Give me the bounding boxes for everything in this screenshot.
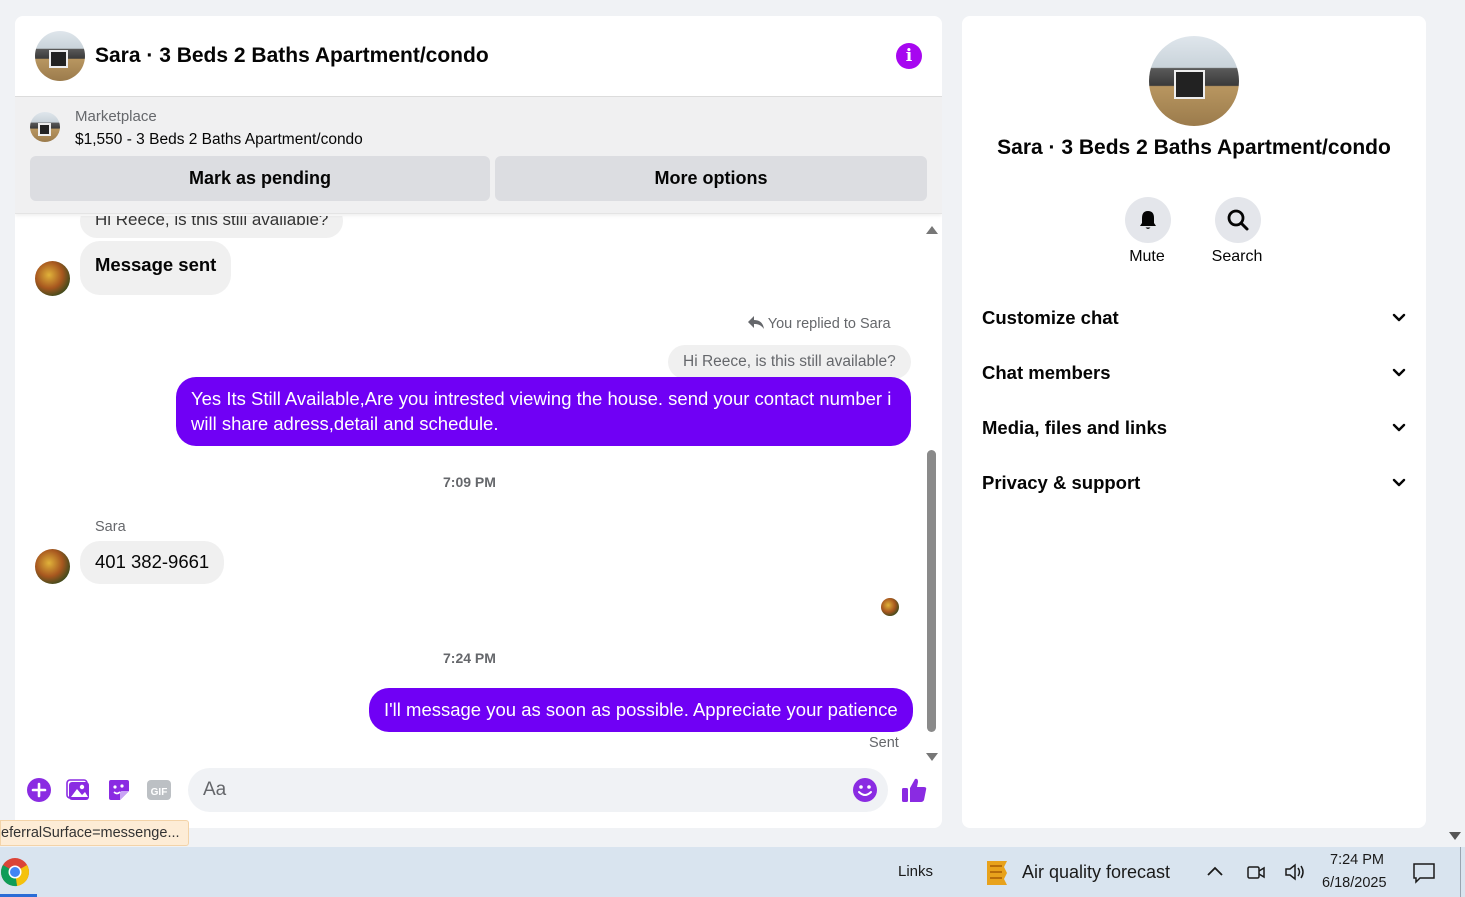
- volume-icon[interactable]: [1284, 862, 1306, 887]
- message-bubble: 401 382-9661: [80, 541, 225, 584]
- sender-avatar[interactable]: [35, 549, 70, 584]
- section-label: Privacy & support: [982, 472, 1141, 493]
- meet-now-icon[interactable]: [1246, 862, 1266, 887]
- chat-header: Sara · 3 Beds 2 Baths Apartment/condo i: [15, 16, 942, 97]
- weather-icon[interactable]: [984, 857, 1010, 894]
- quoted-message[interactable]: Hi Reece, is this still available?: [668, 345, 911, 379]
- chevron-down-icon: [1392, 423, 1406, 432]
- outgoing-message: Yes Its Still Available,Are you intreste…: [176, 377, 911, 446]
- marketplace-banner: Marketplace $1,550 - 3 Beds 2 Baths Apar…: [15, 97, 942, 214]
- composer: GIF: [15, 767, 942, 813]
- profile-avatar[interactable]: [1149, 36, 1239, 126]
- scroll-thumb[interactable]: [927, 450, 936, 732]
- links-toolbar[interactable]: Links: [898, 863, 933, 880]
- svg-text:GIF: GIF: [151, 787, 168, 798]
- chat-info-panel: Sara · 3 Beds 2 Baths Apartment/condo Mu…: [962, 16, 1426, 828]
- weather-label[interactable]: Air quality forecast: [1022, 862, 1170, 883]
- section-label: Media, files and links: [982, 417, 1168, 438]
- message-list: Hi Reece, is this still available? Messa…: [15, 216, 942, 756]
- chevron-down-icon: [1392, 313, 1406, 322]
- media-files-links-section[interactable]: Media, files and links: [982, 408, 1406, 448]
- read-receipt-avatar: [881, 598, 899, 616]
- show-desktop-divider[interactable]: [1460, 847, 1461, 897]
- reply-label: You replied to Sara: [767, 316, 891, 332]
- add-icon[interactable]: [25, 776, 53, 804]
- chat-avatar[interactable]: [35, 31, 85, 81]
- section-label: Customize chat: [982, 307, 1119, 328]
- gif-icon[interactable]: GIF: [145, 776, 173, 804]
- clock-time[interactable]: 7:24 PM: [1330, 852, 1384, 868]
- mute-button[interactable]: [1125, 197, 1171, 243]
- info-icon[interactable]: i: [896, 43, 922, 69]
- chat-panel: Sara · 3 Beds 2 Baths Apartment/condo i …: [15, 16, 942, 828]
- chat-members-section[interactable]: Chat members: [982, 353, 1406, 393]
- timestamp: 7:09 PM: [443, 474, 496, 490]
- scroll-down-arrow-icon[interactable]: [926, 753, 938, 761]
- chevron-down-icon: [1392, 368, 1406, 377]
- message-bubble-cutoff: Hi Reece, is this still available?: [80, 216, 344, 238]
- message-bubble: Message sent: [80, 241, 232, 295]
- page-scroll-down-icon[interactable]: [1449, 832, 1461, 840]
- customize-chat-section[interactable]: Customize chat: [982, 298, 1406, 338]
- privacy-support-section[interactable]: Privacy & support: [982, 463, 1406, 503]
- message-input-container[interactable]: [188, 768, 888, 812]
- like-icon[interactable]: [900, 776, 928, 804]
- marketplace-label: Marketplace: [75, 108, 157, 125]
- clock-date[interactable]: 6/18/2025: [1322, 875, 1387, 891]
- sent-status: Sent: [869, 735, 899, 751]
- message-scrollbar[interactable]: [926, 226, 938, 761]
- chrome-icon[interactable]: [0, 857, 30, 887]
- outgoing-message: I'll message you as soon as possible. Ap…: [369, 688, 913, 732]
- mute-label: Mute: [1129, 248, 1165, 265]
- listing-title[interactable]: $1,550 - 3 Beds 2 Baths Apartment/condo: [75, 127, 363, 152]
- status-bar-url: eferralSurface=messenge...: [0, 820, 189, 846]
- chevron-down-icon: [1392, 478, 1406, 487]
- search-button[interactable]: [1215, 197, 1261, 243]
- notifications-icon[interactable]: [1412, 862, 1436, 889]
- sender-name: Sara: [95, 519, 126, 535]
- mark-as-pending-button[interactable]: Mark as pending: [30, 156, 490, 201]
- taskbar: Links Air quality forecast 7:24 PM 6/18/…: [0, 847, 1465, 897]
- sender-avatar[interactable]: [35, 261, 70, 296]
- section-label: Chat members: [982, 362, 1111, 383]
- scroll-up-arrow-icon[interactable]: [926, 226, 938, 234]
- chevron-up-icon[interactable]: [1206, 864, 1224, 882]
- bell-icon: [1140, 211, 1156, 229]
- listing-thumbnail[interactable]: [30, 112, 60, 142]
- photo-icon[interactable]: [65, 776, 93, 804]
- info-title[interactable]: Sara · 3 Beds 2 Baths Apartment/condo: [962, 136, 1426, 160]
- message-input[interactable]: [203, 779, 852, 801]
- search-icon: [1227, 209, 1249, 231]
- more-options-button[interactable]: More options: [495, 156, 927, 201]
- chat-title[interactable]: Sara · 3 Beds 2 Baths Apartment/condo: [95, 44, 896, 68]
- search-label: Search: [1211, 248, 1263, 265]
- sticker-icon[interactable]: [105, 776, 133, 804]
- timestamp: 7:24 PM: [443, 650, 496, 666]
- emoji-icon[interactable]: [852, 777, 878, 803]
- reply-icon: [748, 316, 764, 329]
- reply-indicator: You replied to Sara: [748, 316, 891, 332]
